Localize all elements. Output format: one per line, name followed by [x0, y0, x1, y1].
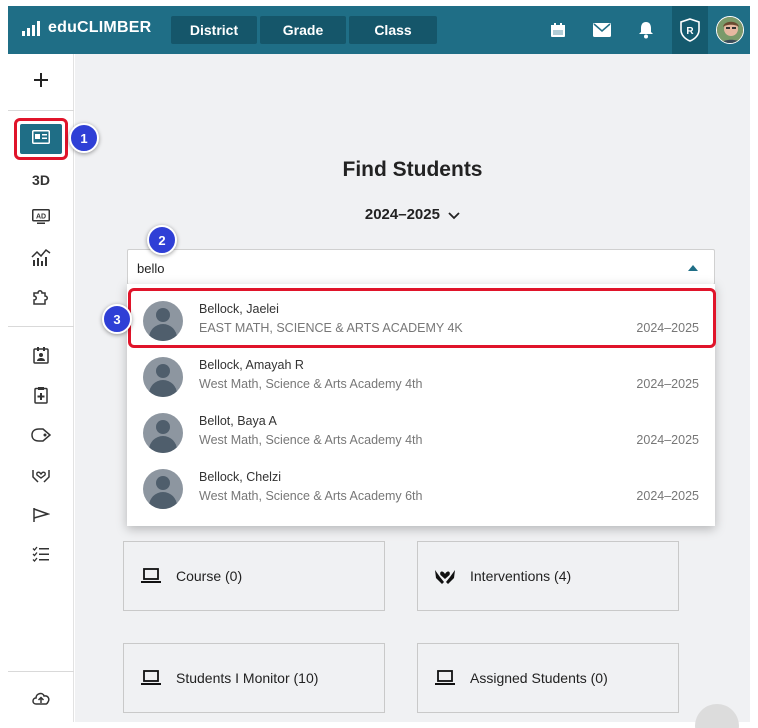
interventions-card[interactable]: Interventions (4) — [417, 541, 679, 611]
callout-badge: 3 — [102, 304, 132, 334]
student-search-input[interactable]: bello — [127, 249, 715, 285]
course-card[interactable]: Course (0) — [123, 541, 385, 611]
student-avatar-icon — [143, 469, 183, 509]
app-logo[interactable]: eduCLIMBER — [22, 19, 151, 37]
laptop-icon — [140, 667, 162, 689]
checklist-icon — [32, 546, 50, 567]
app-window: eduCLIMBER District Grade Class R 3D AD … — [0, 0, 758, 728]
student-name: Bellock, Amayah R — [199, 358, 304, 372]
search-input-value: bello — [137, 261, 165, 276]
bell-icon[interactable] — [624, 6, 668, 54]
year-selector-label: 2024–2025 — [364, 206, 440, 223]
sidebar-item-tag[interactable] — [8, 420, 74, 454]
sidebar-add[interactable] — [8, 65, 74, 99]
student-year: 2024–2025 — [636, 489, 699, 503]
student-name: Bellock, Chelzi — [199, 470, 281, 484]
sidebar-divider — [8, 326, 74, 327]
sidebar-item-3d[interactable]: 3D — [8, 163, 74, 197]
page-title: Find Students — [342, 158, 483, 181]
sidebar-item-checklist[interactable] — [8, 539, 74, 573]
shield-r-icon[interactable]: R — [672, 6, 708, 54]
hands-heart-icon — [31, 466, 51, 489]
callout-badge: 2 — [147, 225, 177, 255]
sidebar-divider — [8, 671, 74, 672]
analytics-icon — [31, 248, 51, 271]
student-school: West Math, Science & Arts Academy 4th — [199, 433, 423, 447]
sidebar-item-analytics[interactable] — [8, 242, 74, 276]
student-name: Bellot, Baya A — [199, 414, 277, 428]
assigned-students-label: Assigned Students (0) — [470, 670, 608, 686]
level-tabs: District Grade Class — [171, 16, 437, 44]
course-card-label: Course (0) — [176, 568, 243, 584]
caret-up-icon[interactable] — [688, 265, 698, 271]
clipboard-icon — [34, 386, 48, 409]
student-year: 2024–2025 — [636, 377, 699, 391]
search-result-row[interactable]: Bellock, Amayah R West Math, Science & A… — [127, 348, 715, 404]
main-content: Find Students 2024–2025 bello Bellock, J… — [75, 54, 750, 722]
tab-class[interactable]: Class — [349, 16, 437, 44]
ad-icon: AD — [32, 208, 50, 230]
sidebar-item-find-students[interactable] — [14, 118, 68, 160]
sidebar-item-upload[interactable] — [8, 683, 74, 717]
laptop-icon — [434, 667, 456, 689]
sidebar-item-clipboard[interactable] — [8, 380, 74, 414]
svg-text:R: R — [686, 26, 694, 37]
students-i-monitor-label: Students I Monitor (10) — [176, 670, 319, 686]
student-card-icon — [32, 129, 50, 149]
student-avatar-icon — [143, 413, 183, 453]
cloud-upload-icon — [31, 690, 51, 711]
svg-text:AD: AD — [36, 213, 46, 220]
calendar-icon[interactable] — [536, 6, 580, 54]
hands-heart-icon — [434, 565, 456, 587]
sidebar: 3D AD — [8, 54, 74, 722]
sidebar-item-ad[interactable]: AD — [8, 202, 74, 236]
chevron-down-icon — [448, 207, 460, 224]
calendar-person-icon — [33, 346, 49, 369]
student-school: West Math, Science & Arts Academy 6th — [199, 489, 423, 503]
tag-icon — [31, 427, 52, 447]
assigned-students-card[interactable]: Assigned Students (0) — [417, 643, 679, 713]
sidebar-item-flag[interactable] — [8, 500, 74, 534]
top-icons: R — [536, 6, 750, 54]
puzzle-icon — [32, 288, 50, 311]
sidebar-divider — [8, 110, 74, 111]
student-year: 2024–2025 — [636, 433, 699, 447]
student-avatar-icon — [143, 357, 183, 397]
student-school: West Math, Science & Arts Academy 4th — [199, 377, 423, 391]
top-bar: eduCLIMBER District Grade Class R — [8, 6, 750, 54]
students-i-monitor-card[interactable]: Students I Monitor (10) — [123, 643, 385, 713]
year-selector[interactable]: 2024–2025 — [75, 206, 750, 224]
search-result-row[interactable]: Bellot, Baya A West Math, Science & Arts… — [127, 404, 715, 460]
sidebar-item-3d-label: 3D — [32, 172, 50, 188]
sidebar-item-puzzle[interactable] — [8, 282, 74, 316]
plus-icon — [34, 72, 48, 92]
callout-badge: 1 — [69, 123, 99, 153]
interventions-card-label: Interventions (4) — [470, 568, 572, 584]
user-avatar[interactable] — [716, 16, 744, 44]
app-name: eduCLIMBER — [48, 19, 152, 36]
laptop-icon — [140, 565, 162, 587]
flag-icon — [32, 507, 51, 528]
tab-grade[interactable]: Grade — [260, 16, 346, 44]
mail-icon[interactable] — [580, 6, 624, 54]
logo-bars-icon — [22, 20, 40, 36]
highlight-box — [128, 288, 716, 348]
sidebar-item-interventions[interactable] — [8, 460, 74, 494]
sidebar-item-calendar-person[interactable] — [8, 340, 74, 374]
tab-district[interactable]: District — [171, 16, 257, 44]
search-result-row[interactable]: Bellock, Chelzi West Math, Science & Art… — [127, 460, 715, 516]
